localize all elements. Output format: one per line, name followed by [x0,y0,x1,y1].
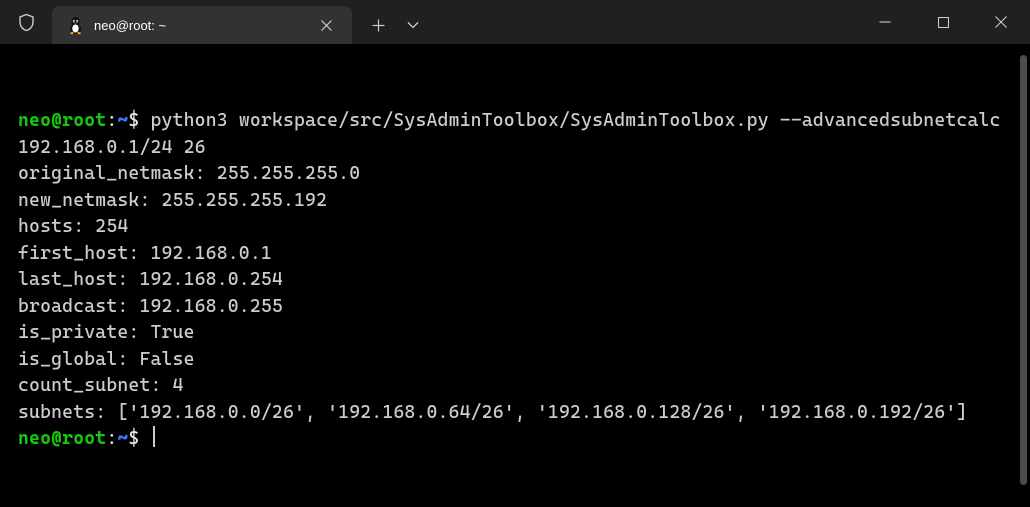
tab-dropdown-button[interactable] [398,6,428,44]
scrollbar[interactable] [1020,55,1027,485]
output-line: subnets: ['192.168.0.0/26', '192.168.0.6… [18,402,967,423]
titlebar: neo@root: ~ [0,0,1030,44]
prompt-colon: : [106,428,117,449]
close-icon [995,16,1007,28]
tab-controls [352,6,428,44]
output-line: original_netmask: 255.255.255.0 [18,163,360,184]
output-line: last_host: 192.168.0.254 [18,269,283,290]
prompt-dollar: $ [128,110,150,131]
output-line: new_netmask: 255.255.255.192 [18,190,327,211]
prompt-dollar: $ [128,428,150,449]
prompt-userhost: neo@root [18,428,106,449]
prompt-colon: : [106,110,117,131]
window-controls [856,0,1030,44]
tux-icon [66,16,84,34]
minimize-icon [879,16,891,28]
minimize-button[interactable] [856,0,914,44]
tab-active[interactable]: neo@root: ~ [52,6,352,44]
output-line: is_private: True [18,322,195,343]
prompt-line: neo@root:~$ python3 workspace/src/SysAdm… [18,110,1012,158]
shield-icon [18,13,35,32]
command-text: python3 workspace/src/SysAdminToolbox/Sy… [18,110,1012,158]
output-line: broadcast: 192.168.0.255 [18,296,283,317]
prompt-userhost: neo@root [18,110,106,131]
maximize-icon [938,17,949,28]
close-window-button[interactable] [972,0,1030,44]
titlebar-drag-area[interactable] [428,0,856,44]
cursor [153,426,155,447]
prompt-path: ~ [117,110,128,131]
output-line: hosts: 254 [18,216,128,237]
close-icon [321,20,332,31]
terminal-pane[interactable]: neo@root:~$ python3 workspace/src/SysAdm… [0,44,1030,507]
tab-title: neo@root: ~ [94,18,302,33]
new-tab-button[interactable] [358,6,398,44]
shield-icon-button[interactable] [0,0,52,44]
output-line: count_subnet: 4 [18,375,184,396]
prompt-line: neo@root:~$ [18,428,155,449]
output-line: first_host: 192.168.0.1 [18,243,272,264]
prompt-path: ~ [117,428,128,449]
maximize-button[interactable] [914,0,972,44]
plus-icon [372,19,385,32]
chevron-down-icon [407,21,419,29]
tab-close-button[interactable] [312,11,340,39]
output-line: is_global: False [18,349,195,370]
